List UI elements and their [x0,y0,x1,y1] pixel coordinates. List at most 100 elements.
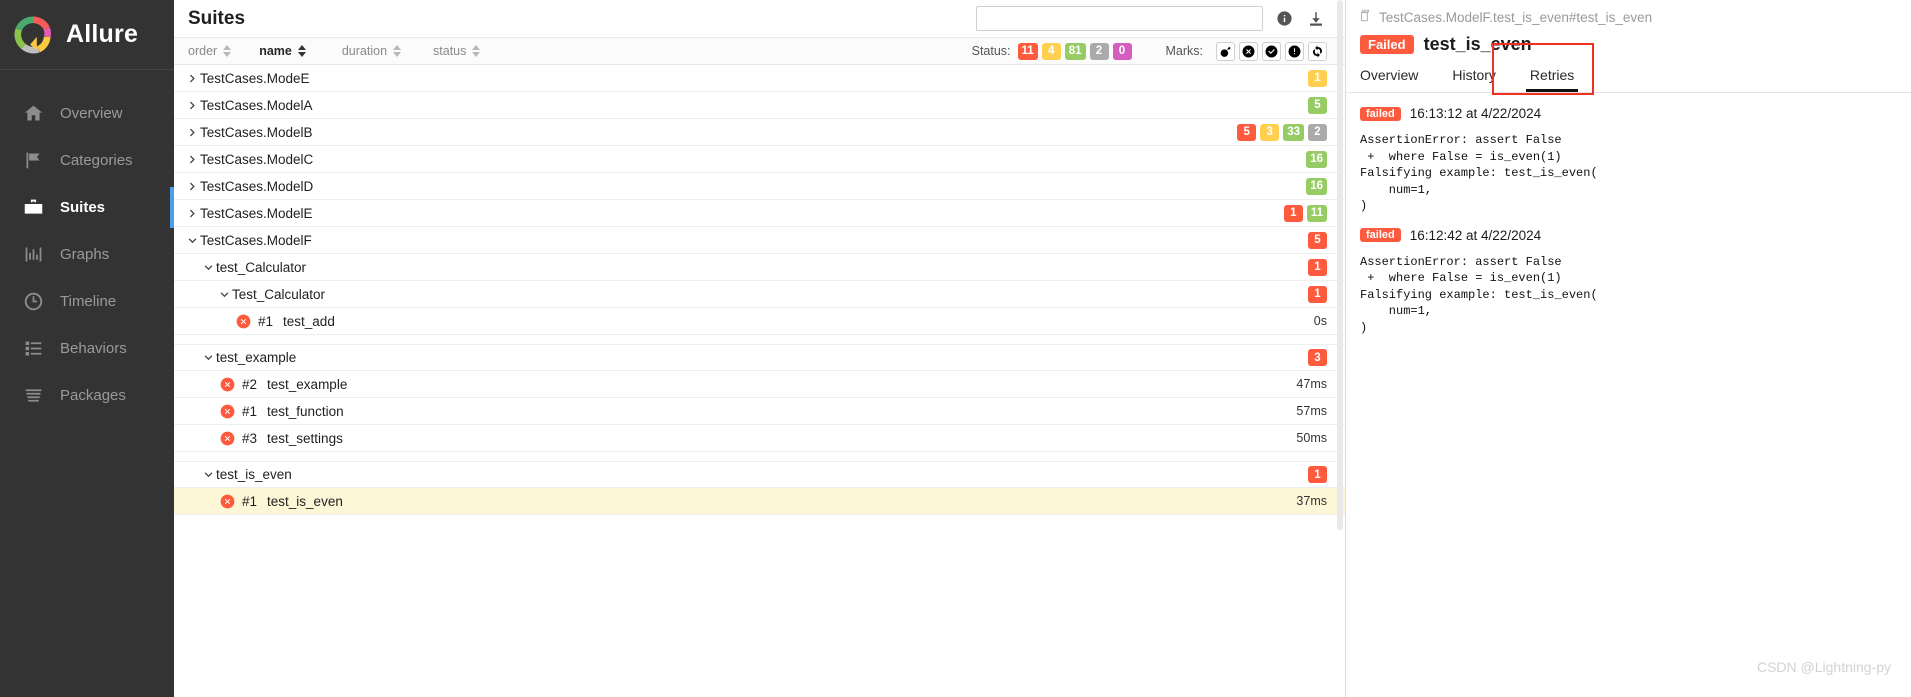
sidebar-item-label: Suites [60,199,106,216]
row-status-chip: 1 [1308,69,1327,87]
copy-icon[interactable] [1358,9,1372,26]
x-circle-icon[interactable] [1239,41,1258,61]
suite-row[interactable]: test_example 3 [174,344,1345,371]
status-badge: Failed [1360,35,1414,54]
row-right: 5 3 33 2 [1237,123,1327,141]
sidebar-item-label: Overview [60,105,123,122]
suite-row[interactable]: TestCases.ModelD 16 [174,173,1345,200]
chevron-right-icon[interactable] [184,127,200,138]
chevron-right-icon[interactable] [184,100,200,111]
status-chip[interactable]: 0 [1112,42,1132,60]
sidebar: Allure Overview Categories Suites Graphs… [0,0,174,697]
row-right: 37ms [1296,494,1327,508]
duration-value: 57ms [1296,404,1327,418]
chevron-down-icon[interactable] [216,289,232,300]
test-case-row[interactable]: #2 test_example 47ms [174,371,1345,398]
retry-status-badge: failed [1360,228,1401,242]
check-circle-icon[interactable] [1262,41,1281,61]
failed-x-icon [220,494,235,509]
test-detail-panel: TestCases.ModelF.test_is_even#test_is_ev… [1346,0,1911,697]
row-right: 1 11 [1283,204,1327,222]
duration-value: 0s [1313,314,1327,328]
chevron-right-icon[interactable] [184,154,200,165]
test-order-number: #1 [242,493,258,509]
chevron-right-icon[interactable] [184,73,200,84]
row-right: 1 [1308,466,1327,483]
sidebar-item-packages[interactable]: Packages [0,372,174,419]
suite-name: TestCases.ModelF [200,232,312,248]
test-case-row[interactable]: #1 test_is_even 37ms [174,488,1345,515]
failed-x-icon [236,314,251,329]
vertical-scrollbar[interactable] [1337,0,1343,530]
chevron-down-icon[interactable] [200,262,216,273]
marks-filter-buttons [1216,41,1327,61]
row-status-chip: 5 [1308,96,1327,114]
chevron-down-icon[interactable] [200,469,216,480]
suite-row[interactable]: TestCases.ModelA 5 [174,92,1345,119]
test-case-row[interactable]: #1 test_add 0s [174,308,1345,335]
flag-icon [22,150,44,172]
sort-column-status[interactable]: status [433,44,481,58]
duration-value: 50ms [1296,431,1327,445]
suite-row[interactable]: TestCases.ModelB 5 3 33 2 [174,119,1345,146]
allure-donut-logo-icon [14,15,52,54]
row-right: 16 [1306,150,1327,168]
bomb-icon[interactable] [1216,41,1235,61]
suite-row[interactable]: test_Calculator 1 [174,254,1345,281]
suite-row[interactable]: TestCases.ModeE 1 [174,65,1345,92]
retry-item[interactable]: failed 16:12:42 at 4/22/2024 AssertionErro… [1346,215,1911,337]
brand-name: Allure [66,20,139,48]
tab-history[interactable]: History [1452,67,1496,92]
status-filter-chips: 11 4 81 2 0 [1017,42,1132,60]
exclamation-circle-icon[interactable] [1285,41,1304,61]
suite-name: test_example [216,350,297,365]
sidebar-item-graphs[interactable]: Graphs [0,231,174,278]
sidebar-item-behaviors[interactable]: Behaviors [0,325,174,372]
chevron-right-icon[interactable] [184,181,200,192]
status-chip[interactable]: 2 [1089,42,1109,60]
status-chip[interactable]: 11 [1017,42,1038,60]
chevron-down-icon[interactable] [184,235,200,246]
chevron-right-icon[interactable] [184,208,200,219]
retry-refresh-icon[interactable] [1308,41,1327,61]
status-chip[interactable]: 4 [1041,42,1061,60]
row-right: 5 [1308,231,1327,249]
sort-label: duration [341,44,388,58]
sidebar-item-overview[interactable]: Overview [0,90,174,137]
suite-row[interactable]: test_is_even 1 [174,461,1345,488]
sidebar-item-timeline[interactable]: Timeline [0,278,174,325]
row-right: 0s [1314,314,1327,328]
row-right: 16 [1306,177,1327,195]
info-icon[interactable] [1273,10,1295,27]
row-status-chip: 3 [1308,349,1327,366]
suite-name: test_is_even [216,467,292,482]
sort-label: status [433,44,467,58]
test-case-row[interactable]: #3 test_settings 50ms [174,425,1345,452]
suite-row[interactable]: TestCases.ModelE 1 11 [174,200,1345,227]
sort-column-order[interactable]: order [188,44,232,58]
retry-item[interactable]: failed 16:13:12 at 4/22/2024 AssertionErro… [1346,93,1911,215]
breadcrumb[interactable]: TestCases.ModelF.test_is_even#test_is_ev… [1346,0,1911,26]
sort-arrows-icon [223,45,232,57]
suite-row[interactable]: TestCases.ModelC 16 [174,146,1345,173]
sort-column-name[interactable]: name [259,44,306,58]
search-input[interactable] [976,6,1263,31]
suite-row[interactable]: Test_Calculator 1 [174,281,1345,308]
sort-arrows-icon [393,45,402,57]
sidebar-item-categories[interactable]: Categories [0,137,174,184]
test-case-name: test_example [267,376,348,392]
test-case-name: test_add [283,313,335,329]
brand[interactable]: Allure [0,0,174,70]
suite-row[interactable]: TestCases.ModelF 5 [174,227,1345,254]
tab-retries[interactable]: Retries [1525,67,1579,92]
test-case-row[interactable]: #1 test_function 57ms [174,398,1345,425]
suite-name: TestCases.ModelE [200,205,313,221]
chevron-down-icon[interactable] [200,352,216,363]
download-icon[interactable] [1305,10,1327,28]
sidebar-nav: Overview Categories Suites Graphs Timeli… [0,70,174,419]
status-chip[interactable]: 81 [1064,42,1086,60]
suites-tree: TestCases.ModeE 1 TestCases.ModelA 5 TestCas… [174,65,1345,697]
tab-overview[interactable]: Overview [1360,67,1418,92]
sort-column-duration[interactable]: duration [341,44,402,58]
sidebar-item-suites[interactable]: Suites [0,184,174,231]
